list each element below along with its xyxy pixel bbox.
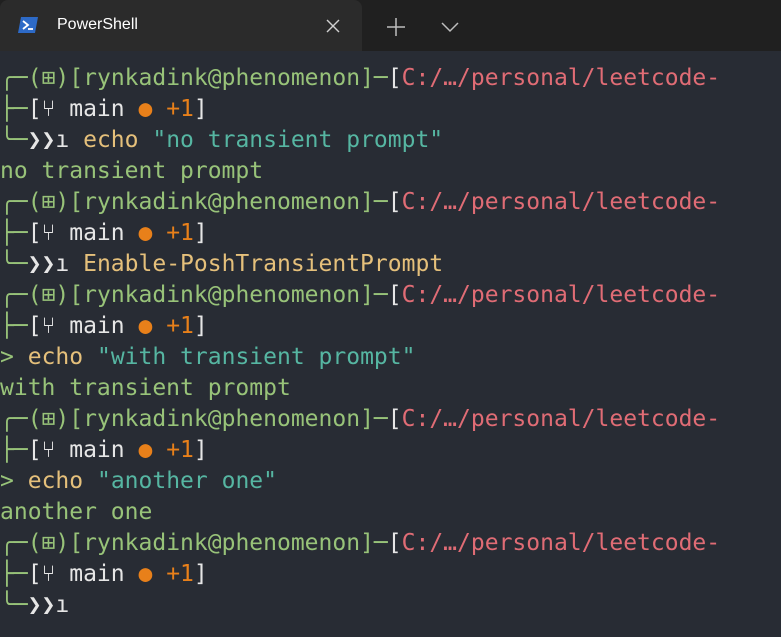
command-line-1: ╰─❯❯ı echo "no transient prompt" <box>0 127 444 153</box>
git-line-5: ├─[⑂ main ● +1] <box>0 561 208 587</box>
command-line-5[interactable]: ╰─❯❯ı <box>0 590 69 621</box>
tab-powershell[interactable]: PowerShell <box>0 0 362 51</box>
close-icon[interactable] <box>324 17 342 35</box>
prompt-arrow-icon: ❯❯ <box>27 127 56 153</box>
command-line-3: > echo "with transient prompt" <box>0 344 416 370</box>
chevron-down-icon[interactable] <box>438 17 462 37</box>
git-branch-icon: ⑂ <box>41 220 70 246</box>
git-line-2: ├─[⑂ main ● +1] <box>0 220 208 246</box>
git-line-4: ├─[⑂ main ● +1] <box>0 437 208 463</box>
prompt-line-1: ╭─(⊞)[rynkadink@phenomenon]─[C:/…/person… <box>0 63 720 94</box>
windows-icon: ⊞ <box>41 65 56 91</box>
prompt-arrow-icon: ❯❯ <box>27 592 56 618</box>
terminal-output[interactable]: ╭─(⊞)[rynkadink@phenomenon]─[C:/…/person… <box>0 51 781 637</box>
tab-title: PowerShell <box>57 16 138 33</box>
prompt-line-5: ╭─(⊞)[rynkadink@phenomenon]─[C:/…/person… <box>0 528 720 559</box>
git-branch-icon: ⑂ <box>41 437 70 463</box>
prompt-line-3: ╭─(⊞)[rynkadink@phenomenon]─[C:/…/person… <box>0 280 720 311</box>
command-line-2: ╰─❯❯ı Enable-PoshTransientPrompt <box>0 251 444 277</box>
git-branch-icon: ⑂ <box>41 313 70 339</box>
command-line-4: > echo "another one" <box>0 468 277 494</box>
prompt-line-4: ╭─(⊞)[rynkadink@phenomenon]─[C:/…/person… <box>0 404 720 435</box>
git-branch-icon: ⑂ <box>41 561 70 587</box>
git-branch-icon: ⑂ <box>41 96 70 122</box>
output-line-4: another one <box>0 499 153 525</box>
new-tab-plus-icon[interactable] <box>384 15 408 39</box>
windows-icon: ⊞ <box>41 282 56 308</box>
output-line-3: with transient prompt <box>0 375 291 401</box>
prompt-line-2: ╭─(⊞)[rynkadink@phenomenon]─[C:/…/person… <box>0 187 720 218</box>
windows-icon: ⊞ <box>41 530 56 556</box>
windows-icon: ⊞ <box>41 406 56 432</box>
title-bar: PowerShell <box>0 0 781 51</box>
output-line-1: no transient prompt <box>0 158 264 184</box>
git-line-3: ├─[⑂ main ● +1] <box>0 313 208 339</box>
powershell-icon <box>18 17 38 33</box>
cursor: ı <box>55 592 70 618</box>
prompt-arrow-icon: ❯❯ <box>27 251 56 277</box>
windows-icon: ⊞ <box>41 189 56 215</box>
git-line-1: ├─[⑂ main ● +1] <box>0 96 208 122</box>
